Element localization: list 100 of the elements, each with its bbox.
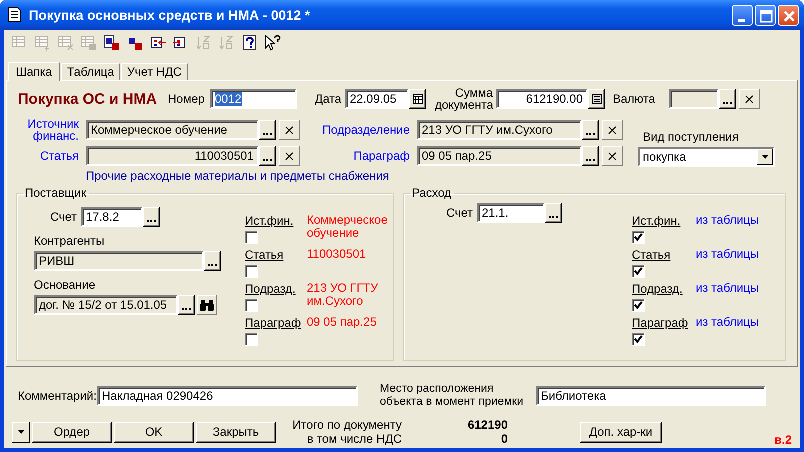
tab[interactable]: Таблица [61,63,120,80]
browse-button[interactable] [545,203,562,223]
flag-value: Коммерческое обучение [307,214,387,242]
flag-label[interactable]: Параграф [245,316,307,330]
flag-label[interactable]: Ист.фин. [632,214,694,228]
reference-field[interactable]: 09 05 пар.25 [417,146,582,166]
dots-icon [586,159,595,162]
browse-button[interactable] [178,295,195,315]
action-button[interactable]: OK [114,422,194,442]
field-label: Комментарий: [18,389,97,403]
flag-label[interactable]: Подразд. [245,282,307,296]
dots-icon [263,133,272,136]
location-field[interactable]: Библиотека [536,386,766,406]
browse-button[interactable] [719,89,736,109]
dots-icon [263,159,272,162]
close-icon [608,152,617,160]
maximize-button[interactable] [755,4,776,26]
close-icon [745,94,754,104]
date-field[interactable]: 22.09.05 [345,89,409,109]
checkbox[interactable] [245,299,258,312]
calendar-icon [412,94,422,104]
help-icon[interactable] [242,35,258,51]
tab[interactable]: Шапка [8,62,60,81]
flag-label[interactable]: Ист.фин. [245,214,307,228]
calculator-button[interactable] [588,89,605,109]
clear-button[interactable] [739,89,760,109]
flag-value: 213 УО ГГТУ им.Сухого [307,282,380,310]
minimize-button[interactable] [732,4,753,26]
currency-field[interactable] [669,89,719,109]
reference-field[interactable]: Коммерческое обучение [86,120,259,140]
field-label[interactable]: Источник финанс. [18,118,79,142]
flag-label[interactable]: Параграф [632,316,694,330]
browse-button[interactable] [259,146,276,166]
counterparty-field[interactable]: РИВШ [34,251,204,271]
clear-button[interactable] [602,146,623,166]
pointer-help-icon[interactable] [265,35,281,51]
checkbox[interactable] [245,265,258,278]
browse-button[interactable] [582,146,599,166]
field-label[interactable]: Подразделение [300,124,410,136]
basis-field[interactable]: дог. № 15/2 от 15.01.05 [34,295,178,315]
search-button[interactable] [197,295,217,315]
checkbox[interactable] [245,231,258,244]
browse-button[interactable] [582,120,599,140]
calculator-icon [592,94,602,104]
browse-button[interactable] [259,120,276,140]
close-button[interactable] [778,4,799,26]
document-icon [8,7,22,23]
comment-field[interactable]: Накладная 0290426 [97,386,358,406]
calendar-button[interactable] [409,89,426,109]
reference-field[interactable]: 213 УО ГГТУ им.Сухого [417,120,582,140]
close-icon [285,126,294,134]
extra-properties-button[interactable]: Доп. хар-ки [580,422,662,442]
field-label: Контрагенты [34,234,106,248]
reference-field[interactable]: 110030501 [86,146,259,166]
browse-button[interactable] [204,251,221,271]
document-title: Покупка ОС и НМА [18,90,158,108]
dots-icon [586,133,595,136]
entry-icon[interactable] [127,35,143,51]
field-label[interactable]: Параграф [300,150,410,162]
caret-icon [762,155,768,159]
dots-icon [182,308,191,311]
browse-button[interactable] [143,207,160,227]
dots-icon [723,102,732,105]
total-label: в том числе НДС [307,432,402,446]
checkbox[interactable] [632,231,645,244]
checkbox[interactable] [245,333,258,346]
clear-button[interactable] [279,120,300,140]
entry-icon[interactable] [104,35,120,51]
columns-icon[interactable] [150,35,166,51]
dots-icon [208,264,217,267]
account-field[interactable]: 21.1. [477,203,545,223]
flag-value: из таблицы [695,316,760,331]
total-value: 0 [501,432,508,446]
flag-label[interactable]: Статья [632,248,694,262]
field-label: Сумма документа [435,87,493,111]
flag-label[interactable]: Статья [245,248,307,262]
number-field[interactable]: 0012 [210,89,297,109]
field-label: Валюта [613,92,656,106]
clear-button[interactable] [279,146,300,166]
tab[interactable]: Учет НДС [121,63,188,80]
flag-value: 09 05 пар.25 [307,316,378,331]
account-field[interactable]: 17.8.2 [81,207,143,227]
field-label: Дата [315,92,343,106]
action-button[interactable]: Ордер [32,422,112,442]
total-label: Итого по документу [292,418,402,432]
sum-field[interactable]: 612190.00 [496,89,588,109]
caret-icon [18,430,24,434]
dropdown-button[interactable] [12,422,30,442]
flag-value: из таблицы [695,282,760,297]
binoculars-icon [200,300,214,310]
flag-label[interactable]: Подразд. [632,282,694,296]
flag-value: из таблицы [695,248,760,263]
receipt-type-dropdown[interactable]: покупка [638,147,775,167]
clear-button[interactable] [602,120,623,140]
field-label: Счет [445,206,473,220]
action-button[interactable]: Закрыть [196,422,276,442]
checkbox[interactable] [632,265,645,278]
checkbox[interactable] [632,299,645,312]
checkbox[interactable] [632,333,645,346]
field-label[interactable]: Статья [18,150,79,162]
